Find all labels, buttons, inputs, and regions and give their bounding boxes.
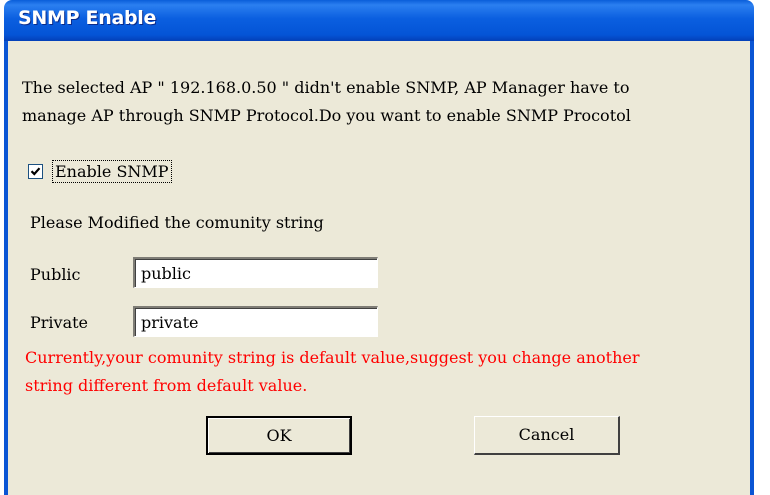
message-line-1: The selected AP " 192.168.0.50 " didn't … — [22, 78, 630, 97]
private-label: Private — [30, 313, 89, 332]
warning-line-1: Currently,your comunity string is defaul… — [25, 348, 640, 367]
public-community-input[interactable]: public — [133, 257, 378, 288]
enable-snmp-option[interactable]: Enable SNMP — [28, 160, 220, 186]
public-label: Public — [30, 265, 81, 284]
dialog-body: The selected AP " 192.168.0.50 " didn't … — [8, 41, 750, 495]
community-prompt: Please Modified the comunity string — [30, 213, 324, 232]
enable-snmp-checkbox[interactable] — [28, 164, 43, 179]
warning-line-2: string different from default value. — [25, 376, 308, 395]
checkmark-icon — [30, 167, 41, 176]
title-bar[interactable]: SNMP Enable — [4, 0, 754, 41]
cancel-button[interactable]: Cancel — [474, 416, 620, 455]
private-community-input[interactable]: private — [133, 306, 378, 337]
enable-snmp-label[interactable]: Enable SNMP — [52, 160, 172, 183]
dialog-title: SNMP Enable — [18, 7, 157, 29]
ok-button[interactable]: OK — [206, 416, 352, 455]
snmp-enable-dialog: SNMP Enable The selected AP " 192.168.0.… — [0, 0, 770, 495]
message-line-2: manage AP through SNMP Protocol.Do you w… — [22, 106, 631, 125]
window-frame-right — [750, 41, 754, 495]
